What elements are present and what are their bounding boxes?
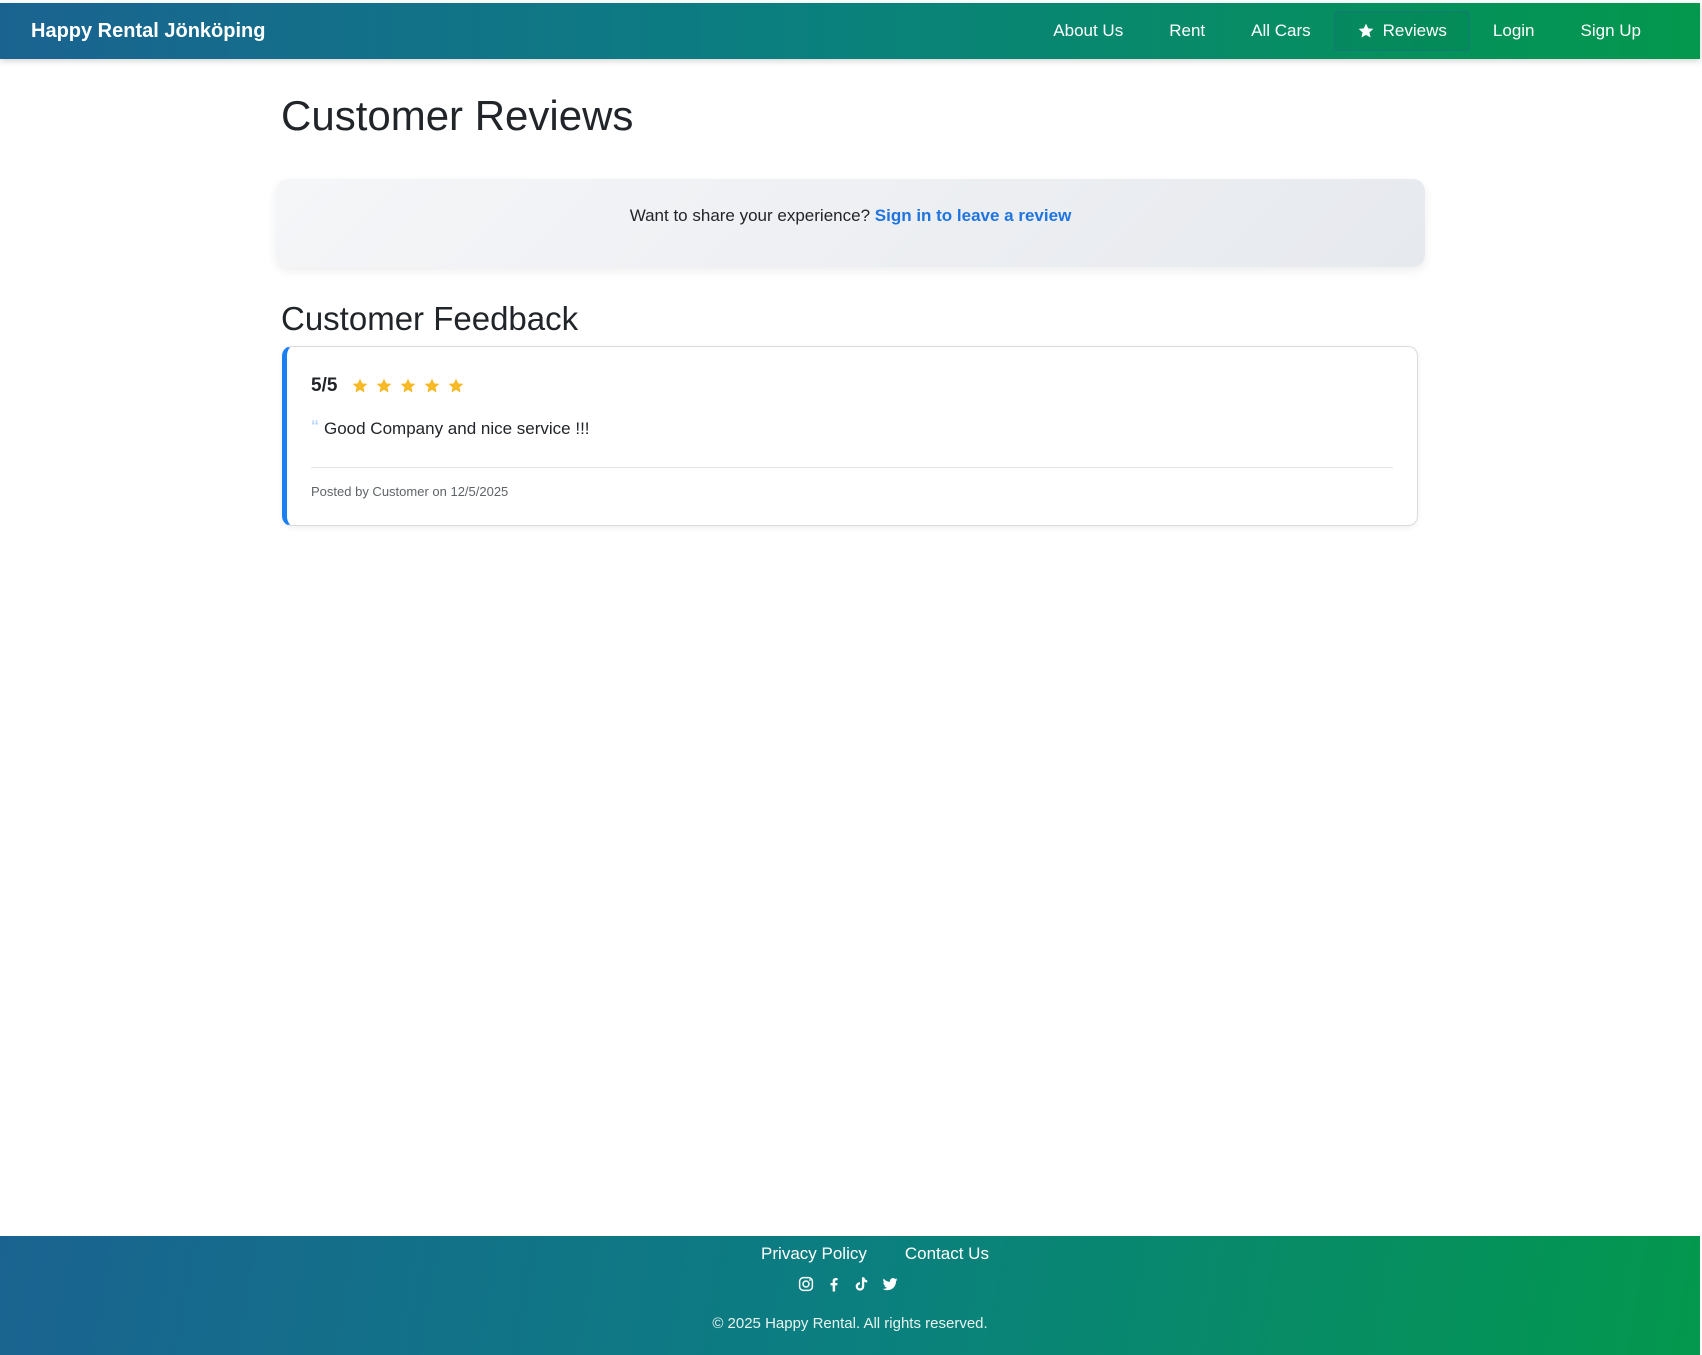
quote-icon: “ — [311, 418, 319, 435]
nav-item-sign-up[interactable]: Sign Up — [1558, 11, 1664, 51]
star-rating — [351, 377, 471, 395]
section-title: Customer Feedback — [281, 300, 579, 337]
sign-in-to-review-link[interactable]: Sign in to leave a review — [875, 206, 1072, 225]
star-icon — [401, 378, 416, 393]
card-divider — [311, 467, 1393, 468]
social-icons — [0, 1275, 1700, 1293]
cta-prompt: Want to share your experience? — [629, 206, 871, 225]
review-card: 5/5 “ Good Company and nice service !!! … — [282, 346, 1418, 526]
nav-item-label: About Us — [1053, 21, 1124, 40]
footer: Privacy Policy Contact Us © 2025 Happy R… — [0, 1236, 1700, 1355]
nav-item-label: Sign Up — [1580, 21, 1641, 40]
instagram-icon[interactable] — [797, 1275, 815, 1293]
twitter-icon[interactable] — [881, 1275, 899, 1293]
top-navbar: Happy Rental Jönköping About Us Rent All… — [0, 3, 1700, 59]
nav-item-reviews[interactable]: Reviews — [1333, 11, 1470, 51]
privacy-policy-link[interactable]: Privacy Policy — [761, 1242, 867, 1266]
copyright-text: © 2025 Happy Rental. All rights reserved… — [712, 1315, 988, 1332]
review-meta: Posted by Customer on 12/5/2025 — [311, 484, 509, 499]
footer-links: Privacy Policy Contact Us — [0, 1242, 1700, 1266]
star-icon — [353, 378, 368, 393]
nav-item-label: Login — [1492, 21, 1535, 40]
rating-text: 5/5 — [311, 375, 338, 396]
facebook-icon[interactable] — [825, 1275, 843, 1293]
nav-menu: About Us Rent All Cars Reviews Login Sig… — [1030, 11, 1664, 51]
contact-us-link[interactable]: Contact Us — [905, 1242, 989, 1266]
cta-line: Want to share your experience? Sign in t… — [276, 204, 1425, 228]
nav-item-login[interactable]: Login — [1470, 11, 1558, 51]
star-icon — [449, 378, 464, 393]
nav-item-all-cars[interactable]: All Cars — [1228, 11, 1334, 51]
brand-logo[interactable]: Happy Rental Jönköping — [31, 3, 265, 59]
nav-item-label: Reviews — [1382, 21, 1447, 40]
nav-item-label: Rent — [1169, 21, 1206, 40]
tiktok-icon[interactable] — [853, 1275, 871, 1293]
nav-item-about-us[interactable]: About Us — [1030, 11, 1146, 51]
review-quote: “ Good Company and nice service !!! — [311, 417, 590, 441]
review-text: Good Company and nice service !!! — [324, 419, 590, 438]
star-icon — [377, 378, 392, 393]
star-icon — [1358, 23, 1374, 38]
nav-item-label: All Cars — [1251, 21, 1311, 40]
page-title: Customer Reviews — [281, 92, 634, 139]
rating-row: 5/5 — [311, 373, 471, 399]
review-cta-box: Want to share your experience? Sign in t… — [276, 179, 1425, 267]
nav-item-rent[interactable]: Rent — [1146, 11, 1228, 51]
star-icon — [425, 378, 440, 393]
